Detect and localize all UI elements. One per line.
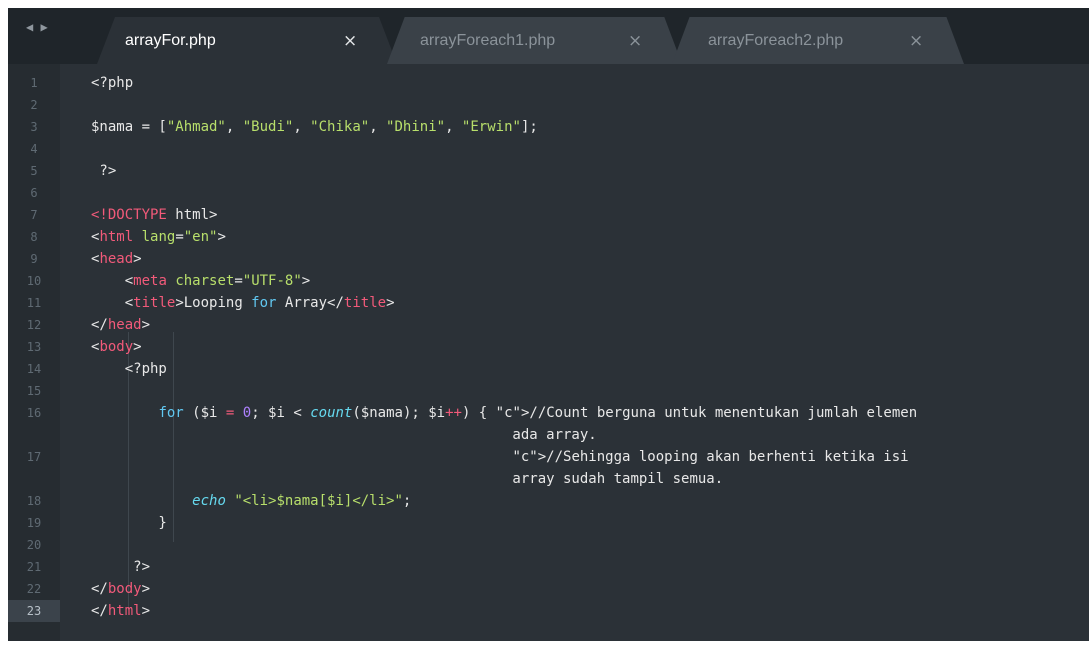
code-line[interactable]: 9 <head> <box>8 248 1089 270</box>
line-code: ?> <box>91 163 117 179</box>
line-number: 9 <box>30 252 38 266</box>
code-line[interactable]: 18 echo "<li>$nama[$i]</li>"; <box>8 490 1089 512</box>
line-code: ?> <box>91 559 151 575</box>
line-code: </head> <box>91 317 151 333</box>
code-line[interactable]: 1 <?php <box>8 72 1089 94</box>
line-number: 12 <box>26 318 42 332</box>
line-code: </html> <box>91 603 151 619</box>
nav-arrows-icon[interactable]: ◀ ▶ <box>26 20 48 34</box>
line-code: <body> <box>91 339 142 355</box>
code-line[interactable]: 17 "c">//Sehingga looping akan berhenti … <box>8 446 1089 468</box>
line-code: $nama = ["Ahmad", "Budi", "Chika", "Dhin… <box>91 119 538 135</box>
code-line[interactable]: 19 } <box>8 512 1089 534</box>
line-code: array sudah tampil semua. <box>91 471 724 487</box>
line-code: } <box>91 515 167 531</box>
tab-bar: ◀ ▶ arrayFor.php × arrayForeach1.php × a… <box>8 8 1089 64</box>
line-code: <?php <box>91 361 167 377</box>
code-line[interactable]: 5 ?> <box>8 160 1089 182</box>
line-code: <html lang="en"> <box>91 229 226 245</box>
code-line[interactable]: 3 $nama = ["Ahmad", "Budi", "Chika", "Dhi… <box>8 116 1089 138</box>
line-number: 1 <box>30 76 38 90</box>
tab-arrayforeach1[interactable]: arrayForeach1.php × <box>387 17 682 64</box>
code-line[interactable]: ada array. <box>8 424 1089 446</box>
code-line[interactable]: 16 for ($i = 0; $i < count($nama); $i++)… <box>8 402 1089 424</box>
line-code: ada array. <box>91 427 597 443</box>
code-line[interactable]: 11 <title>Looping for Array</title> <box>8 292 1089 314</box>
code-line[interactable]: 12 </head> <box>8 314 1089 336</box>
line-number: 20 <box>26 538 42 552</box>
code-line[interactable]: 21 ?> <box>8 556 1089 578</box>
code-line[interactable]: 20 <box>8 534 1089 556</box>
line-number: 15 <box>26 384 42 398</box>
line-number: 13 <box>26 340 42 354</box>
line-number: 17 <box>26 450 42 464</box>
close-icon[interactable]: × <box>343 31 357 51</box>
line-number: 23 <box>8 600 60 622</box>
line-number: 21 <box>26 560 42 574</box>
line-number: 8 <box>30 230 38 244</box>
line-number: 7 <box>30 208 38 222</box>
code-line[interactable]: 14 <?php <box>8 358 1089 380</box>
line-code: </body> <box>91 581 151 597</box>
tab-arrayforeach2[interactable]: arrayForeach2.php × <box>672 17 964 64</box>
close-icon[interactable]: × <box>909 31 923 51</box>
line-code: echo "<li>$nama[$i]</li>"; <box>192 493 412 509</box>
line-number: 16 <box>26 406 42 420</box>
code-line[interactable]: 6 <box>8 182 1089 204</box>
code-line[interactable]: 2 <box>8 94 1089 116</box>
code-line[interactable]: 13 <body> <box>8 336 1089 358</box>
line-number: 4 <box>30 142 38 156</box>
line-code: <title>Looping for Array</title> <box>91 295 395 311</box>
tab-label: arrayFor.php <box>125 31 216 49</box>
tab-label: arrayForeach1.php <box>420 31 556 49</box>
line-number: 14 <box>26 362 42 376</box>
tab-nav-arrows[interactable]: ◀ ▶ <box>26 16 48 38</box>
tab-label: arrayForeach2.php <box>708 31 844 49</box>
line-number: 19 <box>26 516 42 530</box>
code-line[interactable]: 7 <!DOCTYPE html> <box>8 204 1089 226</box>
line-code: "c">//Sehingga looping akan berhenti ket… <box>512 449 909 465</box>
line-number: 18 <box>26 494 42 508</box>
close-icon[interactable]: × <box>628 31 642 51</box>
line-number: 3 <box>30 120 38 134</box>
line-code: <head> <box>91 251 142 267</box>
line-number: 22 <box>26 582 42 596</box>
line-code: for ($i = 0; $i < count($nama); $i++) { … <box>158 405 918 421</box>
line-code: <meta charset="UTF-8"> <box>91 273 311 289</box>
line-code: <!DOCTYPE html> <box>91 207 218 223</box>
line-number: 10 <box>26 274 42 288</box>
code-line[interactable]: 22 </body> <box>8 578 1089 600</box>
code-line[interactable]: 23 </html> <box>8 600 1089 622</box>
code-line[interactable]: 8 <html lang="en"> <box>8 226 1089 248</box>
code-line[interactable]: 10 <meta charset="UTF-8"> <box>8 270 1089 292</box>
line-number: 5 <box>30 164 38 178</box>
line-number: 6 <box>30 186 38 200</box>
editor-window: ◀ ▶ arrayFor.php × arrayForeach1.php × a… <box>8 8 1089 641</box>
code-line[interactable]: 4 <box>8 138 1089 160</box>
tab-arrayfor[interactable]: arrayFor.php × <box>97 17 397 64</box>
line-code: <?php <box>91 75 134 91</box>
line-number: 2 <box>30 98 38 112</box>
code-editor[interactable]: 1 <?php 2 3 $nama = ["Ahmad", "Budi", "Chika… <box>8 64 1089 641</box>
line-number: 11 <box>26 296 42 310</box>
code-line[interactable]: 15 <box>8 380 1089 402</box>
code-line[interactable]: array sudah tampil semua. <box>8 468 1089 490</box>
